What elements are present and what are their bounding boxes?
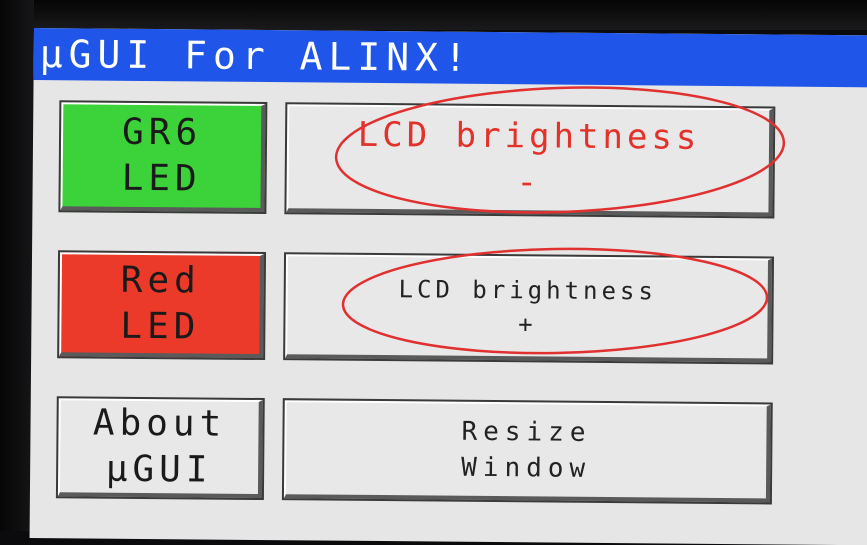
red-led-button[interactable]: Red LED xyxy=(57,250,267,361)
green-led-button[interactable]: GR6 LED xyxy=(58,100,268,215)
monitor-bezel-left xyxy=(0,0,34,531)
red-led-label-1: Red xyxy=(120,259,201,302)
brightness-down-label-2: - xyxy=(516,162,542,203)
resize-window-button[interactable]: Resize Window xyxy=(281,398,773,505)
about-ugui-button[interactable]: About µGUI xyxy=(55,396,265,501)
about-label-1: About xyxy=(92,402,227,445)
green-led-label-1: GR6 xyxy=(121,111,203,154)
ugui-window: µGUI For ALINX! GR6 LED LCD brightness -… xyxy=(29,28,867,545)
brightness-up-label-2: + xyxy=(518,310,537,339)
resize-label-2: Window xyxy=(461,452,592,484)
window-title: µGUI For ALINX! xyxy=(33,28,867,88)
brightness-down-label-1: LCD brightness xyxy=(357,114,701,158)
resize-label-1: Resize xyxy=(461,416,592,448)
brightness-up-label-1: LCD brightness xyxy=(398,275,657,306)
monitor-bezel-top xyxy=(0,0,867,30)
about-label-2: µGUI xyxy=(105,448,213,491)
brightness-up-button[interactable]: LCD brightness + xyxy=(283,252,775,365)
red-led-label-2: LED xyxy=(120,305,201,348)
green-led-label-2: LED xyxy=(121,157,202,200)
brightness-down-button[interactable]: LCD brightness - xyxy=(284,102,776,219)
